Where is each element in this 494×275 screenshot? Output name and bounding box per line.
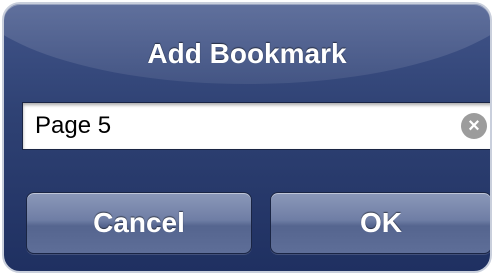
ok-button[interactable]: OK	[270, 192, 490, 254]
add-bookmark-dialog: Add Bookmark Page 5 × Cancel OK	[2, 2, 492, 273]
bookmark-name-field[interactable]: Page 5 ×	[22, 102, 490, 150]
dialog-title: Add Bookmark	[147, 38, 347, 69]
bookmark-name-value[interactable]: Page 5	[35, 112, 111, 140]
cancel-button[interactable]: Cancel	[26, 192, 252, 254]
clear-icon[interactable]: ×	[461, 113, 487, 139]
